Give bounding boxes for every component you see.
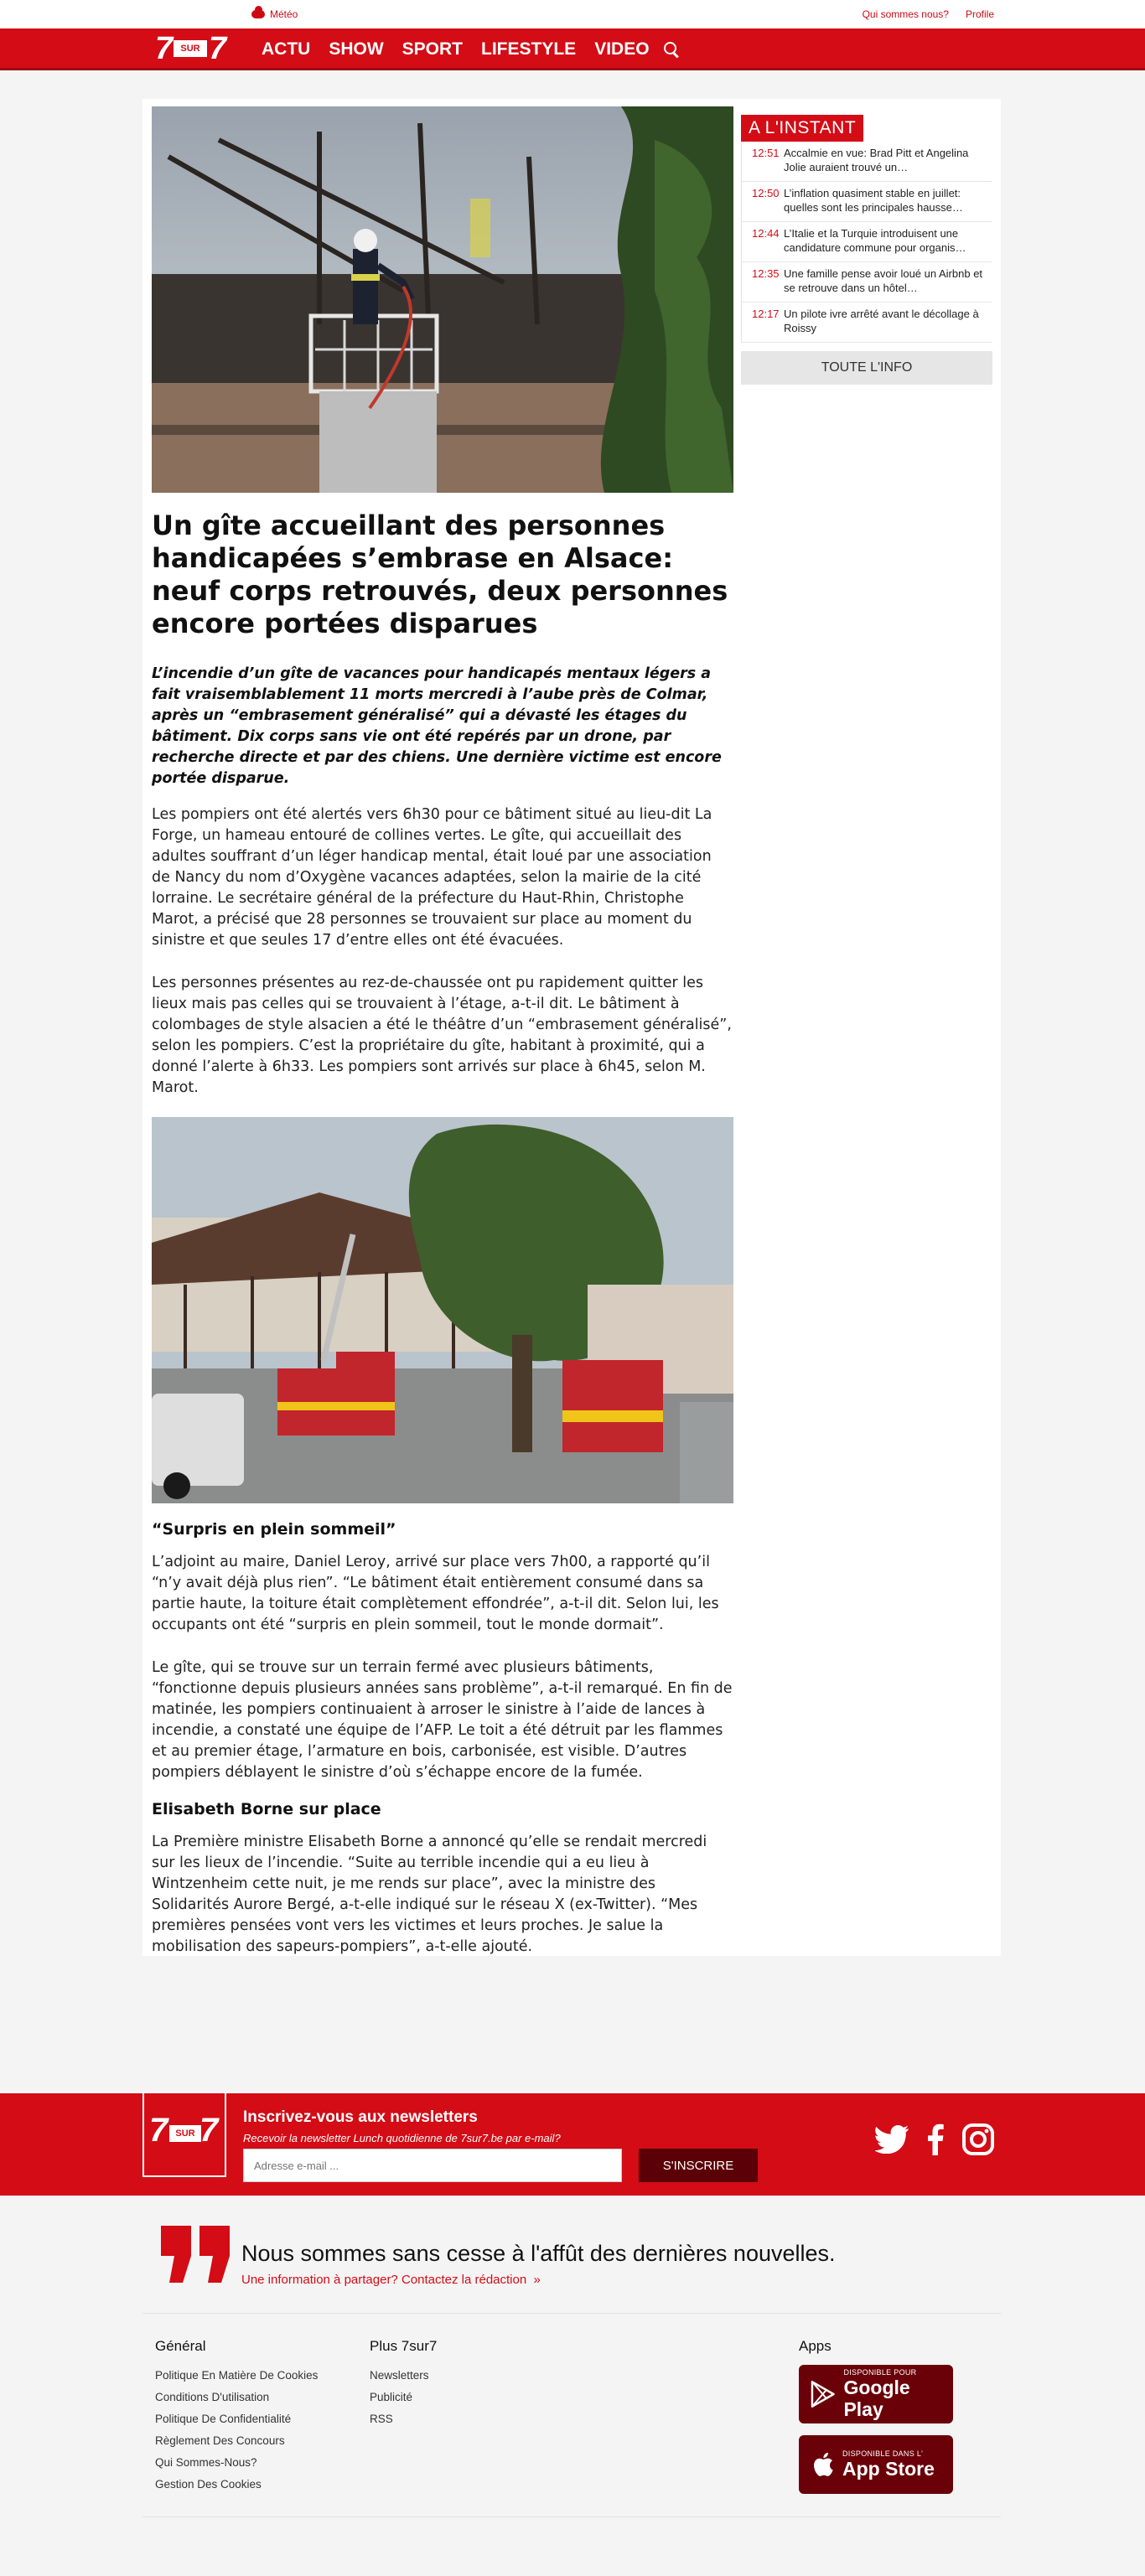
google-play-badge[interactable]: DISPONIBLE POUR Google Play [799, 2365, 953, 2423]
instagram-icon[interactable] [962, 2123, 994, 2155]
nav-video[interactable]: VIDEO [594, 39, 649, 59]
meteo-link[interactable]: Météo [251, 6, 298, 20]
footer-link[interactable]: RSS [370, 2408, 437, 2430]
news-headline: Une famille pense avoir loué un Airbnb e… [784, 267, 983, 294]
logo-seven-left: 7 [155, 31, 174, 66]
contact-quote: Nous sommes sans cesse à l'affût des der… [158, 2221, 996, 2296]
article-headline: Un gîte accueillant des personnes handic… [152, 510, 728, 639]
nav-menu: ACTU SHOW SPORT LIFESTYLE VIDEO [262, 28, 680, 70]
utility-links: Qui sommes nous? Profile [863, 8, 994, 20]
logo-seven-right: 7 [199, 2112, 219, 2149]
logo-seven-left: 7 [149, 2112, 168, 2149]
app-store-small: DISPONIBLE DANS L' [842, 2449, 924, 2458]
live-sidebar: A L'INSTANT 12:51 Accalmie en vue: Brad … [741, 115, 992, 385]
footer-col-general: Général Politique En Matière De Cookies … [155, 2338, 318, 2496]
search-icon[interactable] [663, 41, 680, 58]
news-headline: Un pilote ivre arrêté avant le décollage… [784, 308, 979, 334]
newsletter-subscribe-button[interactable]: S'INSCRIRE [639, 2149, 758, 2182]
apple-icon [814, 2452, 833, 2476]
footer-link[interactable]: Gestion Des Cookies [155, 2474, 318, 2496]
footer-col-apps: Apps DISPONIBLE POUR Google Play DISPONI… [799, 2338, 953, 2506]
newsletter-logo: 7 SUR 7 [142, 2093, 226, 2177]
article-subheading: “Surpris en plein sommeil” [152, 1520, 396, 1539]
footer-link[interactable]: Politique De Confidentialité [155, 2408, 318, 2430]
main-navbar: 7 SUR 7 ACTU SHOW SPORT LIFESTYLE VIDEO [0, 28, 1145, 70]
newsletter-band: 7 SUR 7 Inscrivez-vous aux newsletters R… [0, 2093, 1145, 2196]
logo-seven-right: 7 [209, 31, 227, 66]
live-news-list: 12:51 Accalmie en vue: Brad Pitt et Ange… [741, 142, 992, 343]
article-paragraph: Le gîte, qui se trouve sur un terrain fe… [152, 1659, 733, 1781]
content-card: Un gîte accueillant des personnes handic… [142, 99, 1001, 1956]
facebook-icon[interactable] [927, 2123, 944, 2155]
footer-heading: Apps [799, 2338, 832, 2354]
nav-show[interactable]: SHOW [329, 39, 383, 59]
quote-title: Nous sommes sans cesse à l'affût des der… [241, 2241, 836, 2266]
live-news-item[interactable]: 12:50 L’inflation quasiment stable en ju… [742, 182, 992, 222]
live-news-item[interactable]: 12:35 Une famille pense avoir loué un Ai… [742, 262, 992, 303]
newsletter-email-input[interactable] [243, 2149, 622, 2182]
news-headline: Accalmie en vue: Brad Pitt et Angelina J… [784, 147, 969, 173]
hero-image [152, 106, 733, 493]
footer-heading: Général [155, 2338, 206, 2354]
sidebar-title: A L'INSTANT [741, 115, 864, 142]
footer-link[interactable]: Conditions D'utilisation [155, 2387, 318, 2408]
footer-col-plus: Plus 7sur7 Newsletters Publicité RSS [370, 2338, 437, 2430]
article-lead: L’incendie d’un gîte de vacances pour ha… [152, 665, 722, 787]
article-paragraph: L’adjoint au maire, Daniel Leroy, arrivé… [152, 1554, 719, 1633]
profile-link[interactable]: Profile [966, 8, 994, 20]
logo-sur: SUR [174, 40, 207, 57]
quote-icon [161, 2226, 230, 2283]
footer-link[interactable]: Publicité [370, 2387, 437, 2408]
live-news-item[interactable]: 12:17 Un pilote ivre arrêté avant le déc… [742, 303, 992, 343]
newsletter-title: Inscrivez-vous aux newsletters [243, 2108, 478, 2126]
article-paragraph: Les pompiers ont été alertés vers 6h30 p… [152, 806, 712, 949]
google-play-icon [811, 2381, 835, 2408]
double-chevron-icon: » [530, 2273, 541, 2287]
site-logo[interactable]: 7 SUR 7 [155, 31, 231, 66]
footer-link[interactable]: Qui Sommes-Nous? [155, 2452, 318, 2474]
weather-icon [251, 6, 265, 18]
article-photo [152, 1117, 733, 1503]
divider [142, 2313, 1001, 2314]
meteo-label: Météo [270, 8, 298, 20]
article-subheading: Elisabeth Borne sur place [152, 1800, 381, 1818]
news-headline: L’Italie et la Turquie introduisent une … [784, 227, 966, 254]
footer-heading: Plus 7sur7 [370, 2338, 438, 2354]
contact-redaction-link[interactable]: Une information à partager? Contactez la… [241, 2273, 541, 2287]
news-time: 12:50 [752, 187, 780, 199]
nav-lifestyle[interactable]: LIFESTYLE [481, 39, 576, 59]
all-news-button[interactable]: TOUTE L'INFO [741, 351, 992, 385]
article-paragraph: Les personnes présentes au rez-de-chauss… [152, 975, 732, 1096]
footer-link[interactable]: Règlement Des Concours [155, 2430, 318, 2452]
article-body: Un gîte accueillant des personnes handic… [152, 510, 733, 1958]
logo-sur: SUR [169, 2125, 201, 2142]
app-store-badge[interactable]: DISPONIBLE DANS L' App Store [799, 2435, 953, 2494]
newsletter-subtitle: Recevoir la newsletter Lunch quotidienne… [243, 2132, 561, 2144]
article-paragraph: La Première ministre Elisabeth Borne a a… [152, 1834, 707, 1955]
contact-link-text: Une information à partager? Contactez la… [241, 2273, 527, 2287]
google-play-big: Google Play [843, 2377, 910, 2420]
google-play-small: DISPONIBLE POUR [843, 2368, 917, 2377]
app-store-big: App Store [842, 2458, 935, 2480]
footer-link[interactable]: Newsletters [370, 2365, 437, 2387]
news-time: 12:51 [752, 147, 780, 159]
nav-sport[interactable]: SPORT [402, 39, 463, 59]
live-news-item[interactable]: 12:51 Accalmie en vue: Brad Pitt et Ange… [742, 142, 992, 182]
social-links [875, 2123, 994, 2155]
twitter-icon[interactable] [875, 2125, 909, 2154]
nav-actu[interactable]: ACTU [262, 39, 310, 59]
news-headline: L’inflation quasiment stable en juillet:… [784, 187, 963, 214]
live-news-item[interactable]: 12:44 L’Italie et la Turquie introduisen… [742, 222, 992, 262]
utility-bar: Météo Qui sommes nous? Profile [0, 0, 1145, 28]
news-time: 12:17 [752, 308, 780, 320]
news-time: 12:35 [752, 267, 780, 280]
news-time: 12:44 [752, 227, 780, 240]
footer-link[interactable]: Politique En Matière De Cookies [155, 2365, 318, 2387]
about-link[interactable]: Qui sommes nous? [863, 8, 949, 20]
